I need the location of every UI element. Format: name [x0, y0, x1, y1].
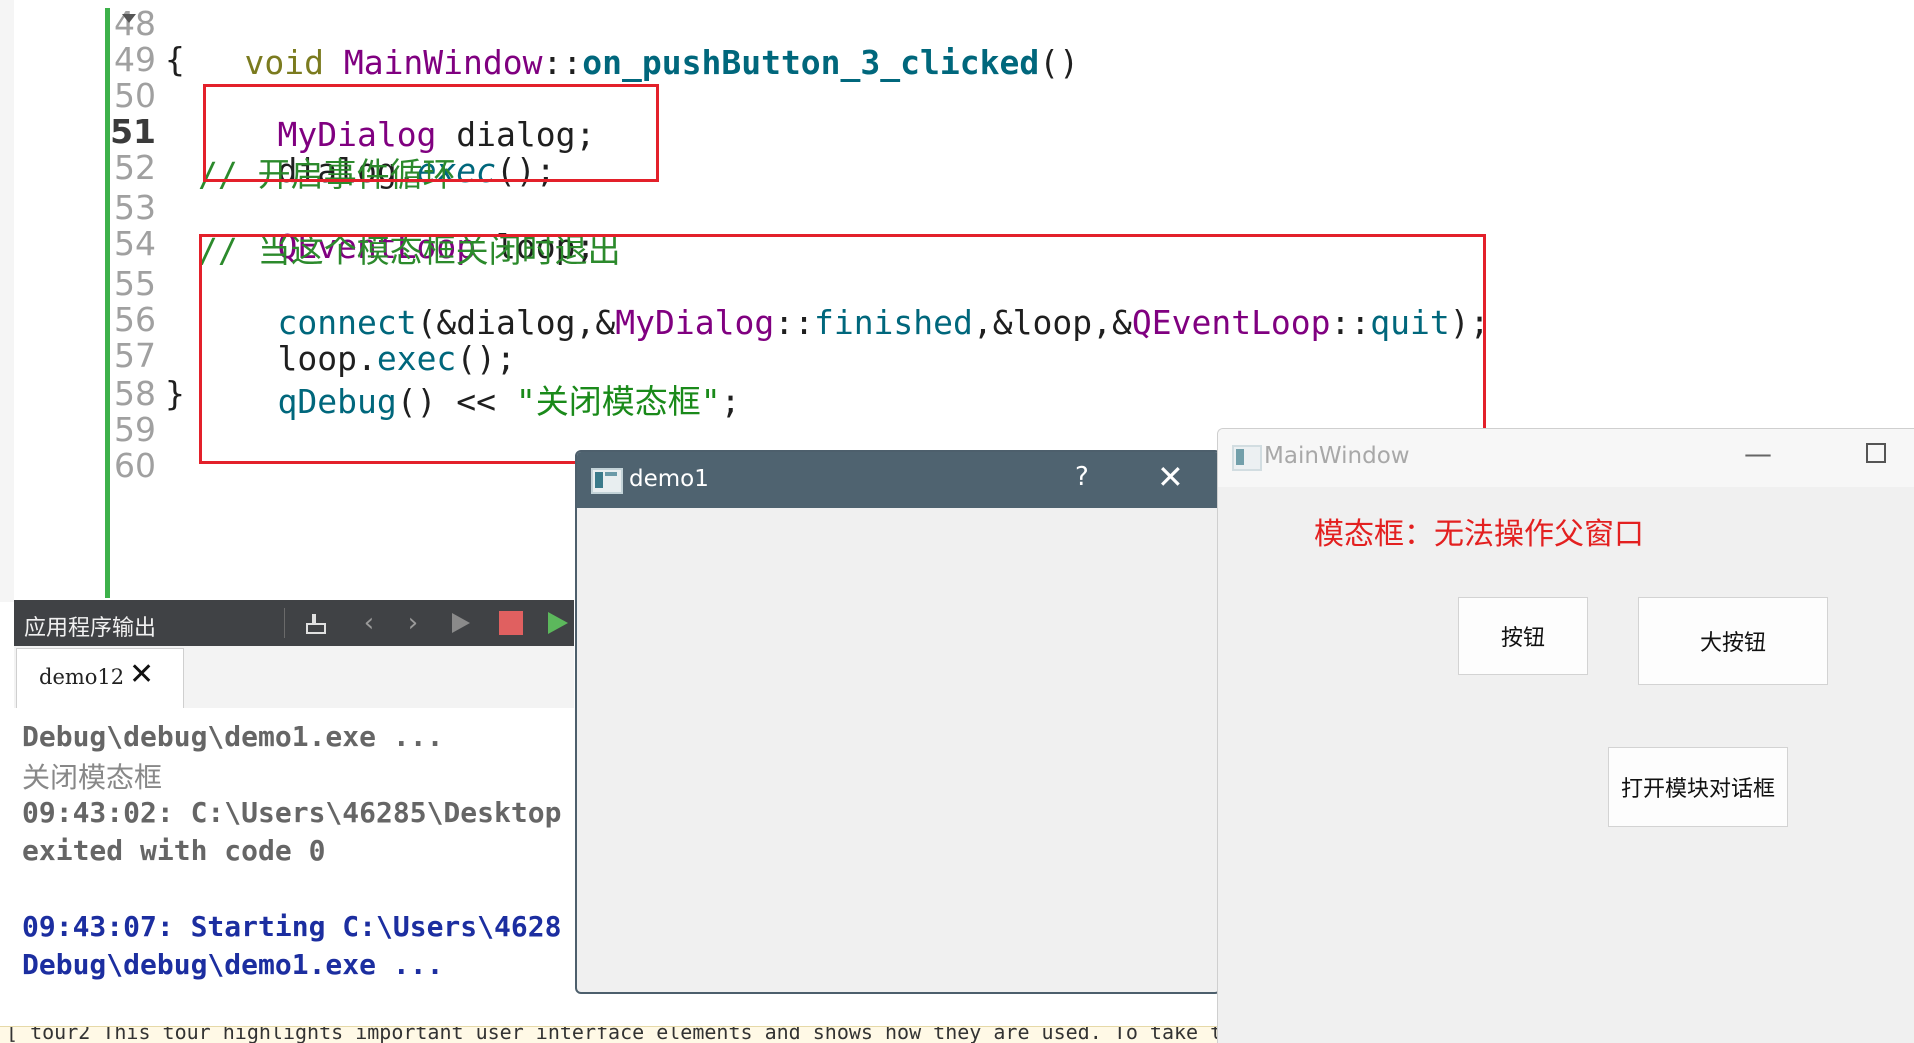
line-number-gutter: 48 49 50 51 52 53 54 55 56 57 58 59 60 — [14, 0, 156, 602]
clear-output-icon[interactable] — [302, 608, 332, 638]
output-toolbar: 应用程序输出 ‹ › — [14, 600, 574, 646]
output-console[interactable]: Debug\debug\demo1.exe ... 关闭模态框 09:43:02… — [14, 708, 574, 1028]
debug-run-icon[interactable] — [544, 608, 574, 638]
mainwindow-title: MainWindow — [1264, 443, 1410, 469]
close-icon[interactable]: ✕ — [1157, 458, 1184, 496]
mainwindow-titlebar[interactable]: MainWindow — — [1218, 429, 1914, 487]
output-line: 09:43:07: Starting C:\Users\4628 — [22, 910, 562, 943]
tour-hint-text: [ tour2 This tour highlights important u… — [6, 1026, 1220, 1043]
output-tab-bar: demo12 ✕ — [14, 646, 574, 709]
output-tab-label: demo12 — [39, 665, 125, 689]
main-window[interactable]: MainWindow — 模态框：无法操作父窗口 按钮 大按钮 打开模块对话框 — [1217, 428, 1914, 1043]
fold-arrow-icon[interactable] — [122, 14, 136, 23]
output-line: Debug\debug\demo1.exe ... — [22, 720, 444, 753]
function-name: on_pushButton_3_clicked — [582, 43, 1040, 82]
stop-icon[interactable] — [496, 608, 526, 638]
button-1[interactable]: 按钮 — [1458, 597, 1588, 675]
app-window-icon — [591, 468, 623, 494]
status-strip: [ tour2 This tour highlights important u… — [0, 1026, 1220, 1043]
app-window-icon — [1232, 445, 1262, 471]
previous-icon[interactable]: ‹ — [354, 608, 384, 638]
maximize-icon[interactable] — [1866, 443, 1886, 463]
demo1-dialog[interactable]: demo1 ? ✕ — [575, 450, 1221, 994]
output-line: 09:43:02: C:\Users\46285\Desktop — [22, 796, 562, 829]
toolbar-separator — [284, 608, 285, 638]
gutter-change-marker — [105, 8, 110, 598]
modal-note-label: 模态框：无法操作父窗口 — [1314, 517, 1644, 552]
dialog-title: demo1 — [629, 466, 709, 492]
output-line: 关闭模态框 — [22, 761, 163, 794]
output-line: exited with code 0 — [22, 834, 326, 867]
next-icon[interactable]: › — [398, 608, 428, 638]
punctuation: () — [1039, 43, 1079, 82]
dialog-titlebar[interactable]: demo1 ? ✕ — [577, 452, 1219, 508]
code-line-49[interactable]: { — [165, 40, 185, 79]
editor-side-strip — [0, 0, 15, 602]
open-dialog-button[interactable]: 打开模块对话框 — [1608, 747, 1788, 827]
minimize-button[interactable]: — — [1744, 437, 1772, 470]
output-panel-title: 应用程序输出 — [24, 616, 157, 641]
run-icon[interactable] — [446, 608, 476, 638]
big-button[interactable]: 大按钮 — [1638, 597, 1828, 685]
annotation-box-dialog-exec — [203, 84, 659, 182]
output-tab[interactable]: demo12 ✕ — [16, 648, 184, 709]
close-tab-icon[interactable]: ✕ — [129, 657, 154, 692]
output-line: Debug\debug\demo1.exe ... — [22, 948, 444, 981]
code-line-58[interactable]: } — [165, 374, 185, 413]
help-button[interactable]: ? — [1075, 462, 1089, 492]
